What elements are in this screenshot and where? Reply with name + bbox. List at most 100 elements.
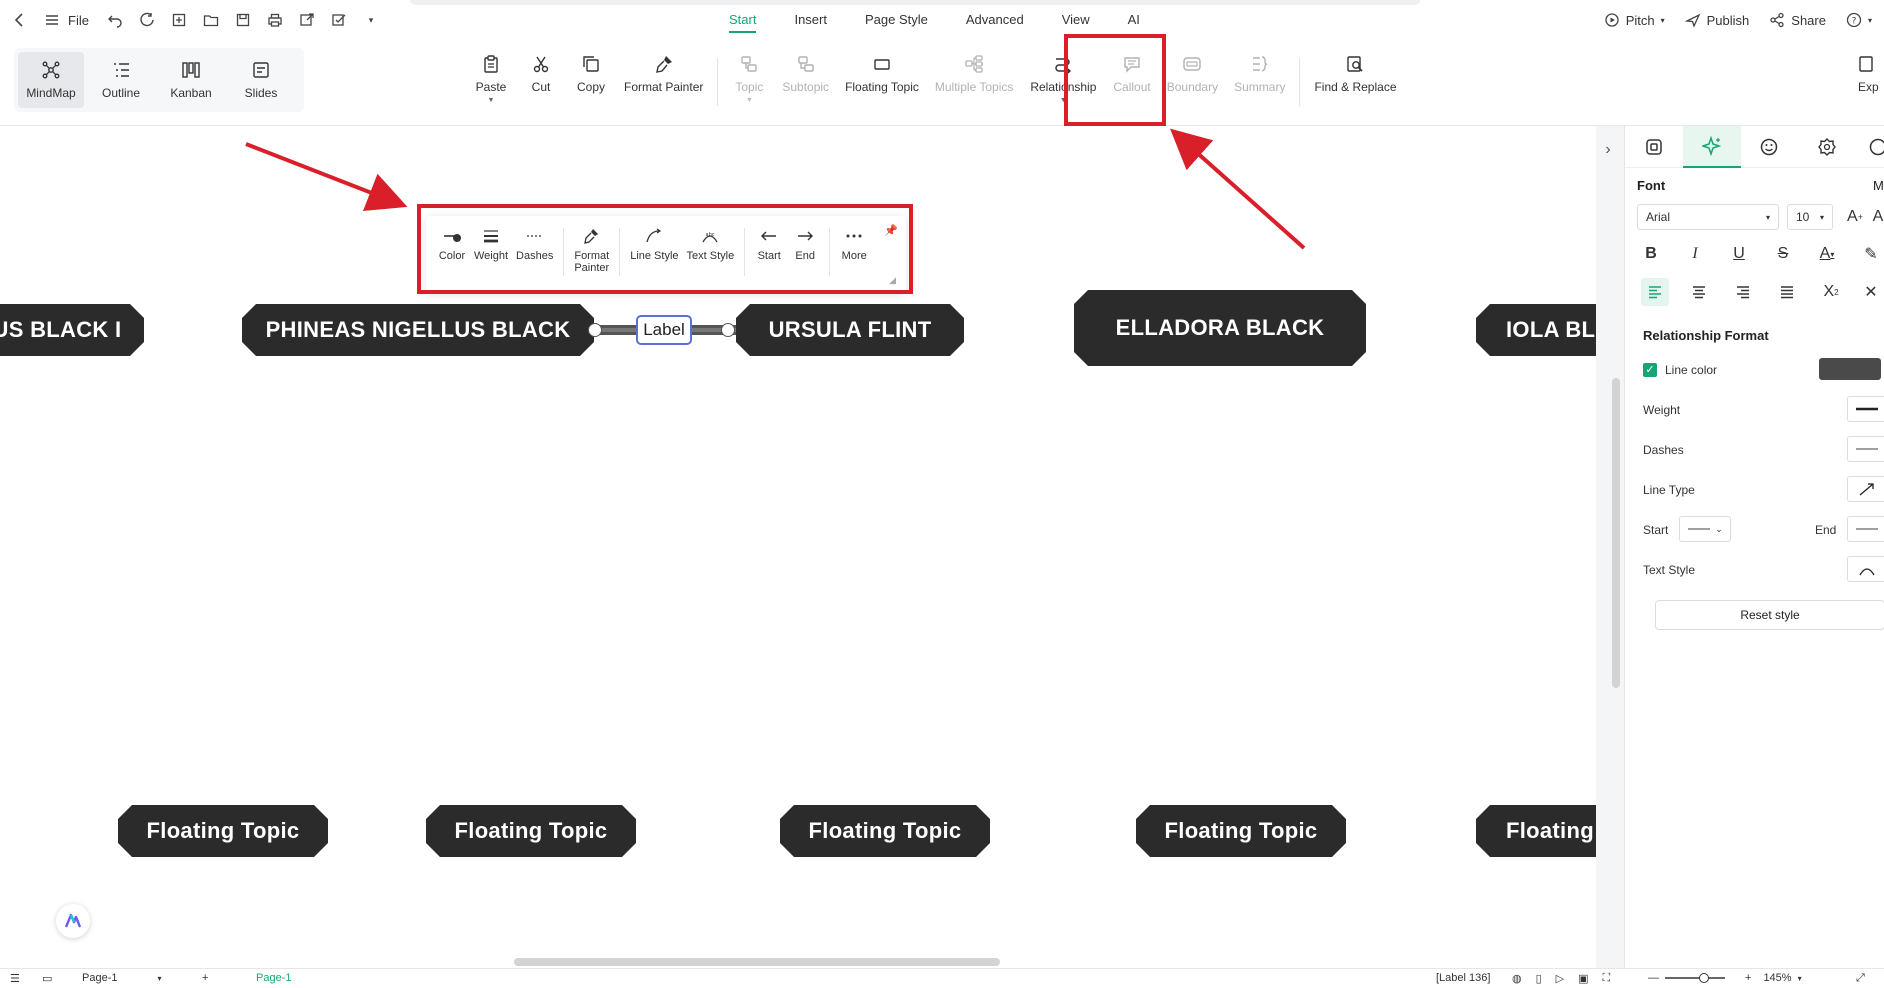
boundary-button[interactable]: Boundary — [1159, 54, 1226, 94]
task-icon[interactable] — [329, 10, 349, 30]
panel-tab-more[interactable] — [1856, 126, 1884, 168]
text-style-control[interactable] — [1847, 556, 1884, 582]
align-center-icon[interactable] — [1685, 278, 1713, 306]
floating-topic-node[interactable]: Floating Topic — [426, 805, 636, 857]
topic-node[interactable]: PHINEAS NIGELLUS BLACK — [242, 304, 594, 356]
expand-icon[interactable]: ⤢ — [1856, 972, 1865, 985]
mini-text-style-button[interactable]: abc Text Style — [683, 228, 739, 262]
horizontal-scrollbar[interactable] — [514, 958, 1000, 966]
play-icon[interactable]: ▷ — [1556, 972, 1564, 985]
floating-topic-node[interactable]: Floating Topic — [1136, 805, 1346, 857]
fullscreen-icon[interactable]: ⛶ — [1603, 972, 1611, 985]
mindmap-canvas[interactable]: US BLACK I PHINEAS NIGELLUS BLACK URSULA… — [0, 126, 1616, 968]
export-button[interactable]: Exp — [1858, 54, 1879, 94]
topic-node[interactable]: ELLADORA BLACK — [1074, 290, 1366, 366]
fit-icon[interactable]: ▣ — [1578, 972, 1588, 985]
floating-topic-node[interactable]: Floating To — [1476, 805, 1616, 857]
print-icon[interactable] — [265, 10, 285, 30]
multiple-topics-button[interactable]: Multiple Topics — [927, 54, 1021, 94]
tab-advanced[interactable]: Advanced — [947, 0, 1043, 40]
strikethrough-icon[interactable]: S — [1769, 240, 1797, 268]
line-color-checkbox[interactable]: ✓ — [1643, 363, 1657, 377]
globe-icon[interactable]: ◍ — [1512, 972, 1522, 985]
font-family-select[interactable]: Arial ▾ — [1637, 204, 1779, 230]
relationship-end-handle[interactable] — [721, 323, 735, 337]
copy-button[interactable]: Copy — [566, 54, 616, 94]
italic-icon[interactable]: I — [1681, 240, 1709, 268]
mini-end-button[interactable]: End — [787, 228, 823, 262]
mini-start-button[interactable]: Start — [751, 228, 787, 262]
panel-tab-page[interactable] — [1625, 126, 1683, 168]
new-file-icon[interactable] — [169, 10, 189, 30]
subtopic-button[interactable]: Subtopic — [774, 54, 837, 94]
end-arrow-select[interactable] — [1847, 516, 1884, 542]
line-color-swatch[interactable] — [1819, 358, 1881, 380]
panel-tab-icons[interactable] — [1741, 126, 1799, 168]
tab-page-style[interactable]: Page Style — [846, 0, 947, 40]
weight-control[interactable] — [1847, 396, 1884, 422]
dashes-control[interactable] — [1847, 436, 1884, 462]
zoom-slider[interactable] — [1665, 973, 1725, 983]
mini-more-button[interactable]: More — [836, 228, 872, 262]
relationship-chevron-icon[interactable]: ▼ — [1060, 97, 1067, 105]
underline-icon[interactable]: U — [1725, 240, 1753, 268]
callout-button[interactable]: Callout — [1105, 54, 1158, 94]
reset-style-button[interactable]: Reset style — [1655, 600, 1884, 630]
share-button[interactable]: Share — [1769, 12, 1826, 28]
pitch-button[interactable]: Pitch ▾ — [1604, 12, 1665, 28]
zoom-value[interactable]: 145% — [1763, 972, 1791, 984]
align-left-icon[interactable] — [1641, 278, 1669, 306]
superscript-icon[interactable]: X2 — [1817, 278, 1845, 306]
floating-topic-node[interactable]: Floating Topic — [780, 805, 990, 857]
mini-line-style-button[interactable]: Line Style — [626, 228, 682, 262]
vertical-scrollbar[interactable] — [1612, 378, 1620, 688]
resize-corner-icon[interactable]: ◢ — [889, 275, 896, 286]
mini-weight-button[interactable]: Weight — [470, 228, 512, 262]
open-folder-icon[interactable] — [201, 10, 221, 30]
mini-color-button[interactable]: Color — [434, 228, 470, 262]
panel-tab-theme[interactable] — [1798, 126, 1856, 168]
book-icon[interactable]: ▯ — [1536, 972, 1542, 985]
mini-format-painter-button[interactable]: Format Painter — [570, 228, 613, 274]
outline-toggle-icon[interactable]: ☰ — [10, 972, 20, 985]
relationship-label[interactable]: Label — [636, 315, 692, 345]
font-size-select[interactable]: 10 ▾ — [1787, 204, 1833, 230]
align-right-icon[interactable] — [1729, 278, 1757, 306]
undo-icon[interactable] — [105, 10, 125, 30]
decrease-font-icon[interactable]: A — [1871, 203, 1884, 231]
format-painter-button[interactable]: Format Painter — [616, 54, 711, 94]
summary-button[interactable]: Summary — [1226, 54, 1293, 94]
floating-topic-node[interactable]: Floating Topic — [118, 805, 328, 857]
help-button[interactable]: ? ▾ — [1846, 12, 1872, 28]
highlight-pen-icon[interactable]: ✎ — [1861, 240, 1881, 268]
add-page-icon[interactable]: + — [202, 972, 208, 984]
file-menu[interactable]: File — [68, 13, 89, 28]
zoom-slider-thumb[interactable] — [1699, 973, 1709, 983]
tab-start[interactable]: Start — [710, 0, 775, 40]
view-mindmap[interactable]: MindMap — [18, 52, 84, 108]
save-icon[interactable] — [233, 10, 253, 30]
ai-assistant-button[interactable] — [56, 904, 90, 938]
view-slides[interactable]: Slides — [228, 52, 294, 108]
zoom-in-icon[interactable]: + — [1745, 972, 1751, 984]
paste-button[interactable]: Paste ▼ — [466, 54, 516, 105]
clear-format-icon[interactable]: ✕ — [1861, 278, 1881, 306]
view-outline[interactable]: Outline — [88, 52, 154, 108]
font-color-icon[interactable]: A ▾ — [1813, 240, 1841, 268]
find-replace-button[interactable]: Find & Replace — [1306, 54, 1404, 94]
redo-icon[interactable] — [137, 10, 157, 30]
panel-tab-style[interactable] — [1682, 125, 1741, 168]
page-list-icon[interactable]: ▭ — [42, 972, 52, 985]
increase-font-icon[interactable]: A + — [1841, 203, 1869, 231]
zoom-out-icon[interactable]: — — [1648, 972, 1659, 984]
export-icon[interactable] — [297, 10, 317, 30]
floating-topic-button[interactable]: Floating Topic — [837, 54, 927, 94]
topic-node[interactable]: IOLA BLAC — [1476, 304, 1616, 356]
tab-ai[interactable]: AI — [1109, 0, 1159, 40]
start-arrow-select[interactable]: ⌄ — [1679, 516, 1731, 542]
cut-button[interactable]: Cut — [516, 54, 566, 94]
view-kanban[interactable]: Kanban — [158, 52, 224, 108]
justify-icon[interactable] — [1773, 278, 1801, 306]
page-select[interactable]: Page-1 ▾ — [82, 972, 162, 984]
menu-icon[interactable] — [42, 10, 62, 30]
